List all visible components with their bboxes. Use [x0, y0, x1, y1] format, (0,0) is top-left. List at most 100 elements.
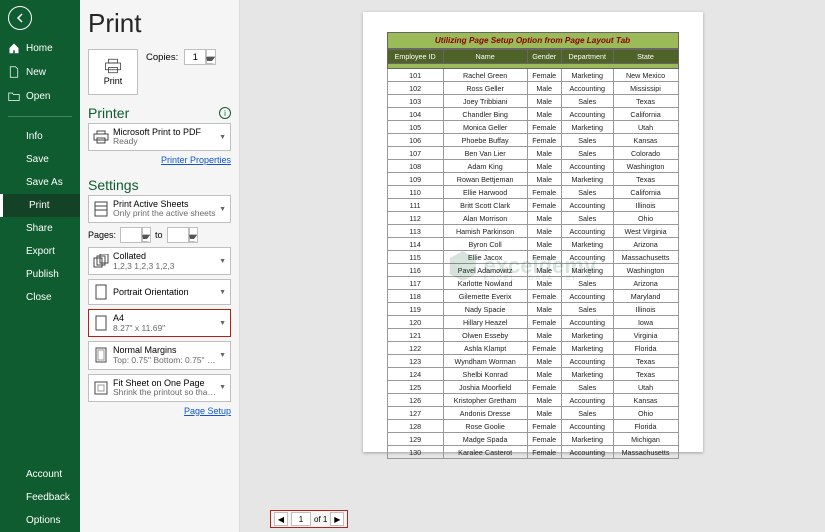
divider: [8, 116, 72, 117]
table-cell: Male: [527, 329, 561, 342]
table-cell: Female: [527, 69, 561, 82]
table-cell: Accounting: [561, 251, 613, 264]
settings-header-label: Settings: [88, 177, 139, 193]
table-cell: Male: [527, 355, 561, 368]
page-title: Print: [88, 8, 231, 39]
current-page-input[interactable]: 1: [291, 512, 311, 526]
table-cell: Kristopher Gretham: [443, 394, 527, 407]
nav-close[interactable]: Close: [0, 286, 80, 309]
table-cell: Illinois: [613, 303, 678, 316]
printer-small-icon: [93, 128, 109, 146]
table-cell: Sales: [561, 381, 613, 394]
table-cell: 113: [387, 225, 443, 238]
nav-account[interactable]: Account: [0, 463, 80, 486]
table-cell: 121: [387, 329, 443, 342]
nav-publish[interactable]: Publish: [0, 263, 80, 286]
selector-title: Print Active Sheets: [113, 199, 216, 209]
table-cell: Massachusetts: [613, 446, 678, 459]
page-setup-link[interactable]: Page Setup: [88, 406, 231, 416]
table-cell: Sales: [561, 407, 613, 420]
table-cell: Accounting: [561, 446, 613, 459]
table-cell: Washington: [613, 264, 678, 277]
paper-size-selector[interactable]: A4 8.27" x 11.69" ▼: [88, 309, 231, 337]
table-cell: Male: [527, 238, 561, 251]
table-cell: Byron Coll: [443, 238, 527, 251]
fit-icon: [93, 379, 109, 397]
table-cell: 102: [387, 82, 443, 95]
table-cell: 104: [387, 108, 443, 121]
info-icon[interactable]: i: [219, 107, 231, 119]
selector-title: Portrait Orientation: [113, 287, 216, 297]
spin-down[interactable]: [188, 235, 197, 242]
spin-up[interactable]: [205, 50, 215, 57]
column-header: Employee ID: [387, 50, 443, 64]
collate-selector[interactable]: Collated 1,2,3 1,2,3 1,2,3 ▼: [88, 247, 231, 275]
nav-export[interactable]: Export: [0, 240, 80, 263]
nav-home[interactable]: Home: [0, 36, 80, 60]
table-row: 103Joey TribbianiMaleSalesTexas: [387, 95, 678, 108]
table-cell: Sales: [561, 186, 613, 199]
table-row: 128Rose GoolieFemaleAccountingFlorida: [387, 420, 678, 433]
margins-selector[interactable]: Normal Margins Top: 0.75" Bottom: 0.75" …: [88, 341, 231, 369]
table-cell: 130: [387, 446, 443, 459]
table-cell: 105: [387, 121, 443, 134]
nav-feedback[interactable]: Feedback: [0, 486, 80, 509]
table-cell: 109: [387, 173, 443, 186]
nav-info[interactable]: Info: [0, 125, 80, 148]
spin-up[interactable]: [141, 228, 150, 235]
table-row: 114Byron CollMaleMarketingArizona: [387, 238, 678, 251]
nav-save-as[interactable]: Save As: [0, 171, 80, 194]
spin-down[interactable]: [141, 235, 150, 242]
back-button[interactable]: [8, 6, 32, 30]
table-row: 107Ben Van LierMaleSalesColorado: [387, 147, 678, 160]
table-cell: Utah: [613, 121, 678, 134]
next-page-button[interactable]: ▶: [330, 512, 344, 526]
spin-down[interactable]: [205, 57, 215, 64]
nav-new[interactable]: New: [0, 60, 80, 84]
table-cell: 126: [387, 394, 443, 407]
printer-properties-link[interactable]: Printer Properties: [88, 155, 231, 165]
pages-to-spinner[interactable]: [167, 227, 198, 243]
orientation-selector[interactable]: Portrait Orientation ▼: [88, 279, 231, 305]
nav-open[interactable]: Open: [0, 84, 80, 108]
table-cell: Michigan: [613, 433, 678, 446]
table-cell: Joey Tribbiani: [443, 95, 527, 108]
chevron-down-icon: ▼: [219, 289, 226, 296]
table-cell: Florida: [613, 342, 678, 355]
nav-print[interactable]: Print: [0, 194, 80, 217]
table-cell: Sales: [561, 277, 613, 290]
table-cell: Washington: [613, 160, 678, 173]
printer-name: Microsoft Print to PDF: [113, 127, 216, 137]
nav-options[interactable]: Options: [0, 509, 80, 532]
table-cell: Olwen Esseby: [443, 329, 527, 342]
table-cell: Male: [527, 160, 561, 173]
scaling-selector[interactable]: Fit Sheet on One Page Shrink the printou…: [88, 374, 231, 402]
prev-page-button[interactable]: ◀: [274, 512, 288, 526]
print-button[interactable]: Print: [88, 49, 138, 95]
table-cell: Chandler Bing: [443, 108, 527, 121]
new-icon: [8, 66, 20, 78]
selector-sub: 8.27" x 11.69": [113, 324, 216, 334]
copies-spinner[interactable]: 1: [184, 49, 216, 65]
printer-header: Printer i: [88, 105, 231, 121]
table-cell: Male: [527, 108, 561, 121]
table-cell: Male: [527, 225, 561, 238]
table-row: 119Nady SpacieMaleSalesIllinois: [387, 303, 678, 316]
printer-selector[interactable]: Microsoft Print to PDF Ready ▼: [88, 123, 231, 151]
print-area-selector[interactable]: Print Active Sheets Only print the activ…: [88, 195, 231, 223]
nav-label: Close: [26, 292, 52, 303]
nav-label: Save As: [26, 177, 63, 188]
nav-share[interactable]: Share: [0, 217, 80, 240]
selector-sub: Top: 0.75" Bottom: 0.75" Lef…: [113, 356, 216, 366]
table-cell: Accounting: [561, 394, 613, 407]
spin-up[interactable]: [188, 228, 197, 235]
nav-label: Share: [26, 223, 53, 234]
table-cell: Iowa: [613, 316, 678, 329]
pages-from-spinner[interactable]: [120, 227, 151, 243]
table-cell: Pavel Adamowitz: [443, 264, 527, 277]
table-cell: Florida: [613, 420, 678, 433]
table-cell: Accounting: [561, 199, 613, 212]
table-row: 101Rachel GreenFemaleMarketingNew Mexico: [387, 69, 678, 82]
nav-save[interactable]: Save: [0, 148, 80, 171]
table-row: 118Gilemette EverixFemaleAccountingMaryl…: [387, 290, 678, 303]
